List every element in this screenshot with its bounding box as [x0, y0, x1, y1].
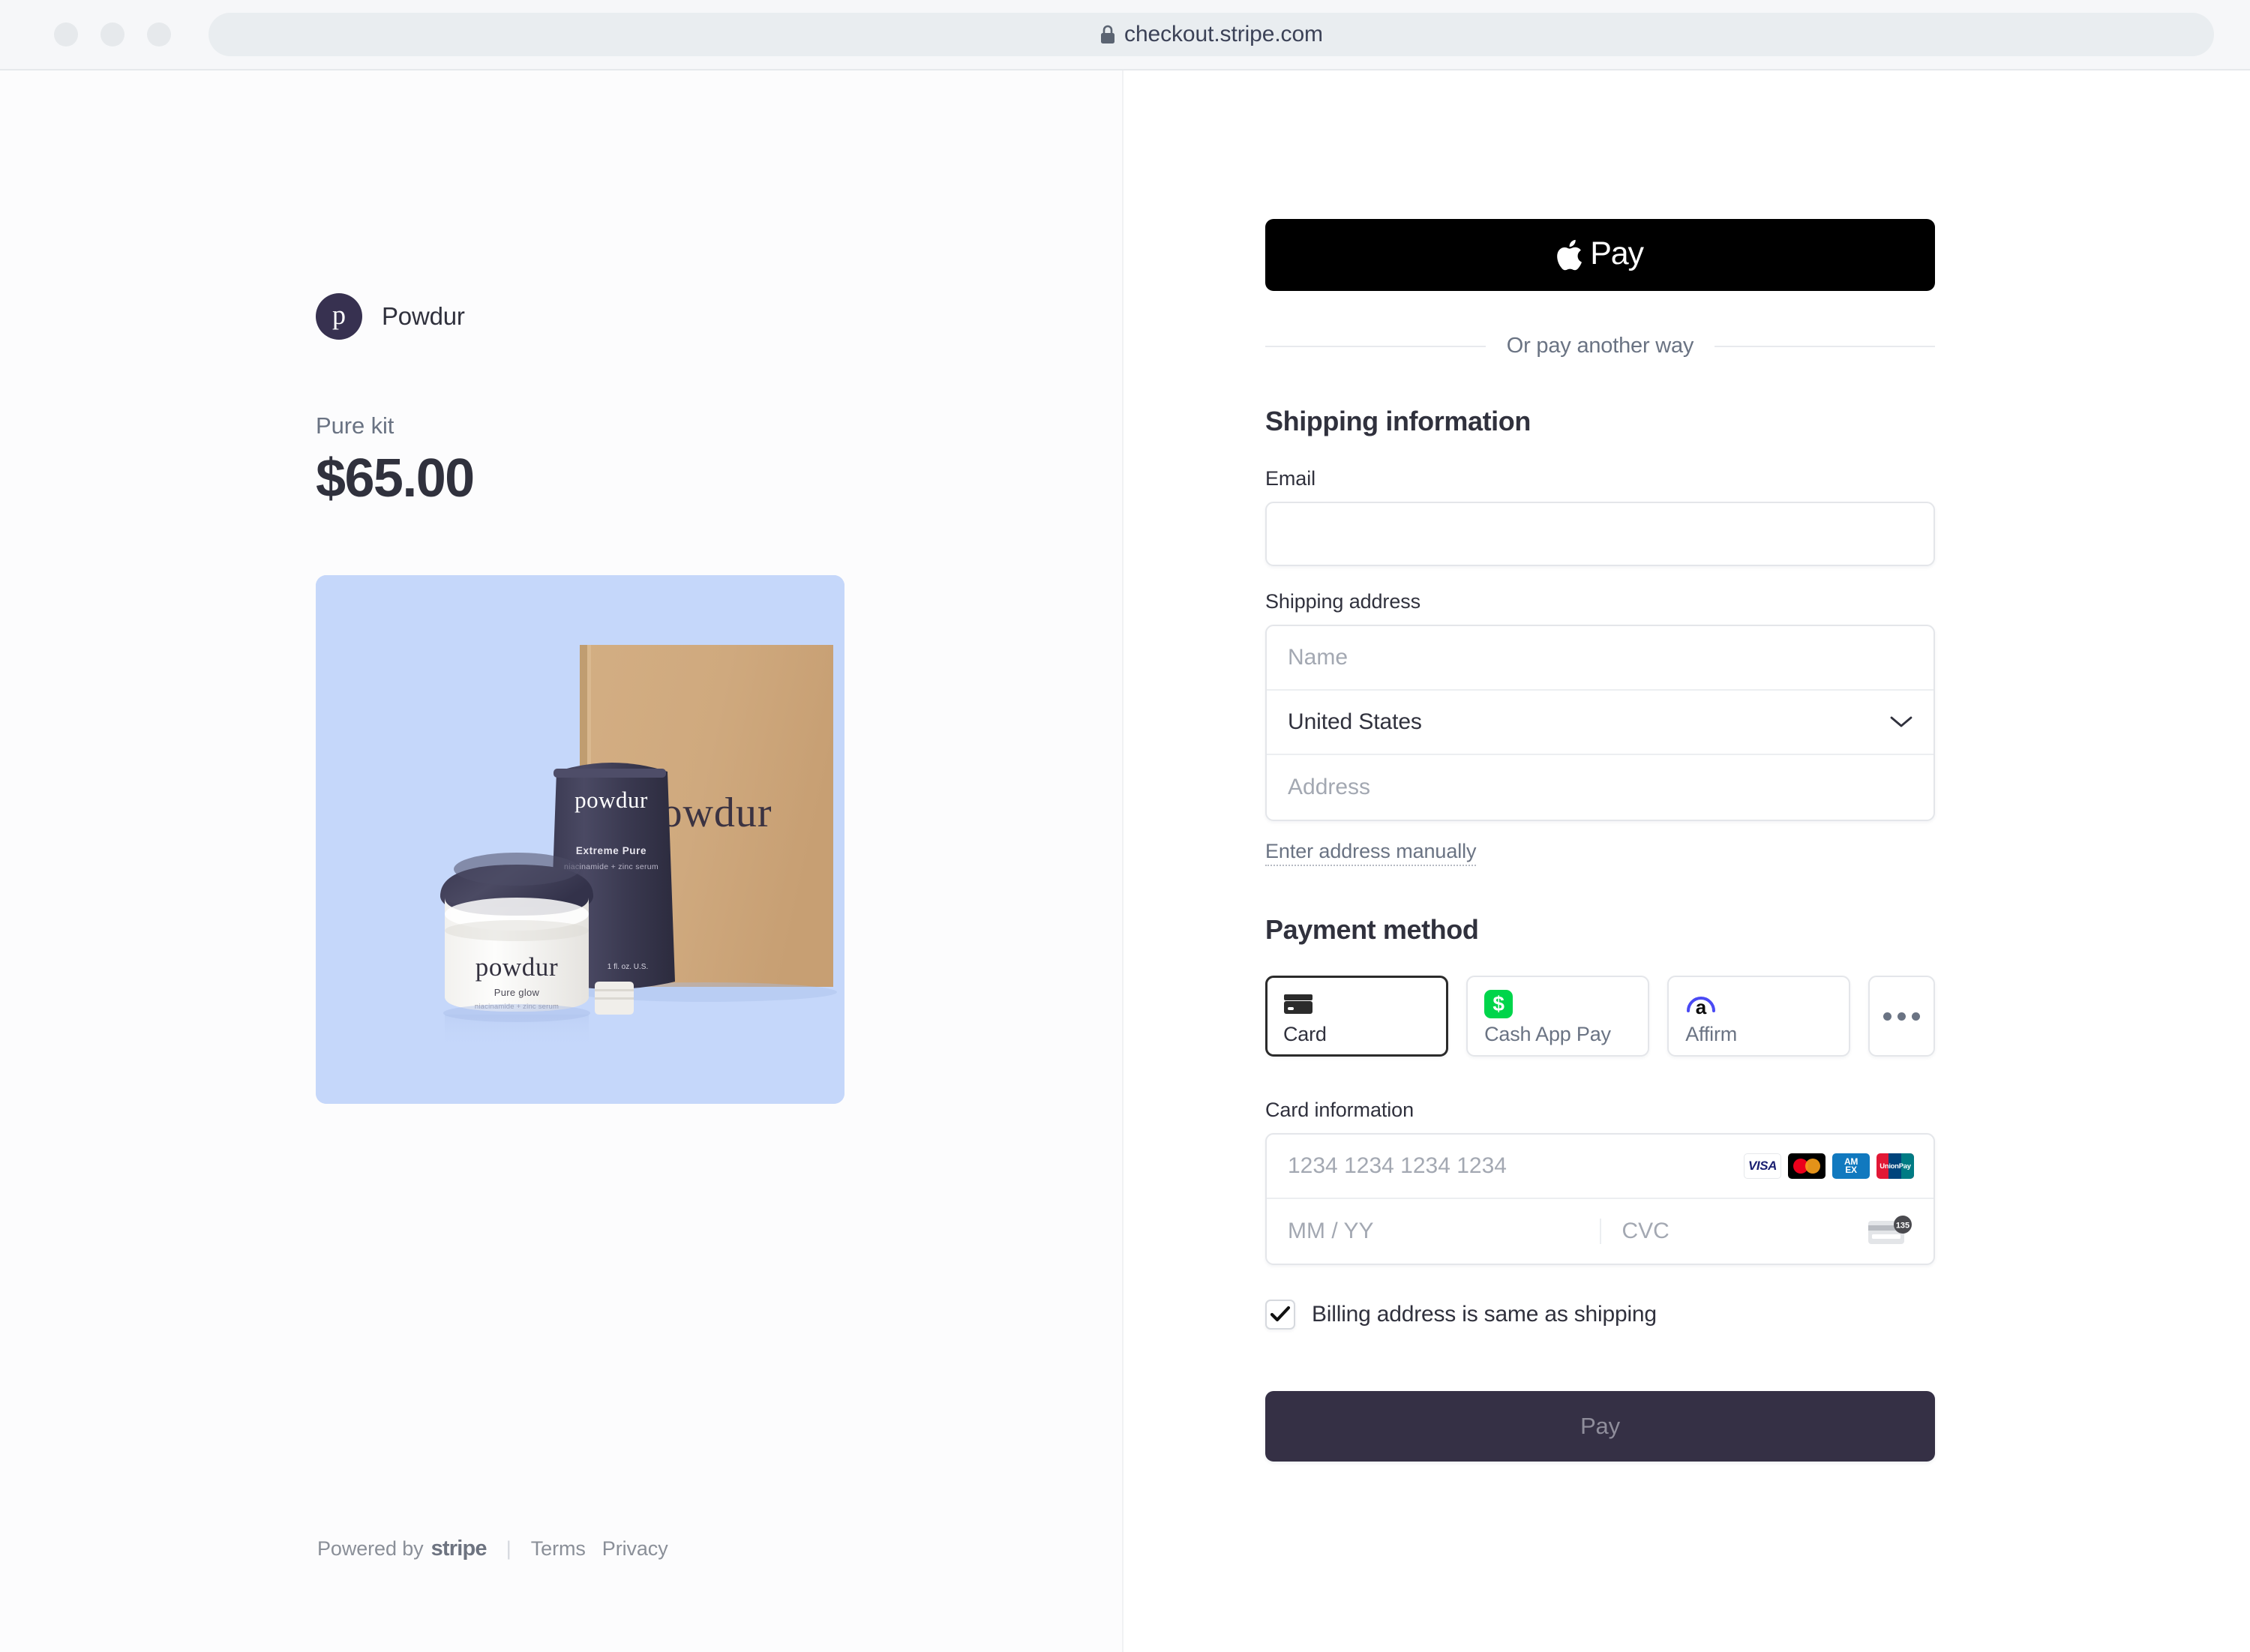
checkmark-icon — [1270, 1306, 1291, 1322]
cashapp-icon: $ — [1484, 990, 1514, 1018]
minimize-window-button[interactable] — [100, 22, 124, 46]
more-payment-methods-button[interactable] — [1868, 976, 1935, 1057]
svg-text:a: a — [1696, 996, 1707, 1018]
shipping-address-label: Shipping address — [1265, 590, 1421, 613]
unionpay-icon: UnionPay — [1876, 1153, 1914, 1179]
or-divider-label: Or pay another way — [1506, 334, 1694, 358]
maximize-window-button[interactable] — [147, 22, 171, 46]
svg-text:1 fl. oz. U.S.: 1 fl. oz. U.S. — [608, 963, 648, 971]
product-photo-illustration: powdur powdur Extreme Pure niacinamide +… — [316, 575, 844, 1104]
payment-option-card-label: Card — [1283, 1023, 1327, 1045]
close-window-button[interactable] — [54, 22, 78, 46]
cvc-cell: 135 — [1600, 1216, 1934, 1244]
mastercard-icon — [1788, 1153, 1826, 1179]
browser-chrome: checkout.stripe.com — [0, 0, 2250, 70]
payment-form-pane: Pay Or pay another way Shipping informat… — [1124, 70, 2250, 1652]
product-name: Pure kit — [316, 412, 394, 439]
merchant-name: Powdur — [382, 302, 465, 330]
payment-method-title: Payment method — [1265, 914, 1479, 945]
chevron-down-icon — [1890, 716, 1912, 727]
credit-card-icon — [1284, 994, 1312, 1014]
shipping-information-title: Shipping information — [1265, 406, 1531, 436]
product-image: powdur powdur Extreme Pure niacinamide +… — [316, 575, 844, 1104]
footer-separator: | — [506, 1537, 512, 1560]
address-input[interactable] — [1267, 755, 1934, 820]
svg-text:powdur: powdur — [574, 787, 648, 813]
amex-icon: AM EX — [1832, 1153, 1870, 1179]
apple-pay-label: Pay — [1590, 235, 1644, 271]
terms-link[interactable]: Terms — [531, 1537, 586, 1561]
shipping-address-group: United States — [1265, 625, 1935, 821]
ellipsis-dot-icon — [1912, 1012, 1921, 1021]
svg-text:Pure glow: Pure glow — [494, 987, 540, 998]
cvc-hint-digits: 135 — [1896, 1222, 1910, 1231]
country-select[interactable]: United States — [1267, 691, 1934, 755]
amex-line-2: EX — [1845, 1165, 1857, 1175]
card-expiry-cvc-row: 135 — [1267, 1199, 1934, 1264]
pay-button[interactable]: Pay — [1265, 1391, 1935, 1462]
billing-same-as-shipping-checkbox[interactable] — [1265, 1300, 1295, 1330]
payment-option-cashapp[interactable]: $ Cash App Pay — [1466, 976, 1650, 1057]
cvc-hint-icon: 135 — [1868, 1216, 1912, 1244]
billing-same-as-shipping-label: Billing address is same as shipping — [1312, 1302, 1657, 1327]
accepted-card-brands: VISA AM EX UnionPay — [1744, 1153, 1914, 1179]
name-input[interactable] — [1267, 626, 1934, 689]
enter-address-manually-link[interactable]: Enter address manually — [1265, 840, 1477, 866]
or-divider: Or pay another way — [1265, 334, 1936, 358]
payment-option-card[interactable]: Card — [1265, 976, 1449, 1057]
svg-text:Extreme Pure: Extreme Pure — [576, 845, 646, 856]
product-price: $65.00 — [316, 448, 475, 508]
billing-same-as-shipping-row[interactable]: Billing address is same as shipping — [1265, 1300, 1935, 1330]
stripe-wordmark: stripe — [430, 1537, 488, 1561]
country-value: United States — [1288, 709, 1422, 734]
address-bar[interactable]: checkout.stripe.com — [208, 13, 2214, 56]
payment-option-cashapp-label: Cash App Pay — [1484, 1023, 1611, 1045]
card-information-label: Card information — [1265, 1099, 1414, 1121]
payment-method-options: Card $ Cash App Pay a Affirm — [1265, 976, 1935, 1057]
name-row — [1267, 626, 1934, 691]
order-summary-pane: p Powdur Pure kit $65.00 powdur powdur E… — [0, 70, 1124, 1652]
expiry-cell — [1267, 1219, 1601, 1244]
url-text: checkout.stripe.com — [1124, 22, 1323, 46]
address-row — [1267, 755, 1934, 820]
email-label: Email — [1265, 467, 1316, 490]
merchant-brand: p Powdur — [316, 293, 856, 340]
card-information-group: VISA AM EX Uni — [1265, 1133, 1935, 1265]
payment-option-affirm-label: Affirm — [1685, 1023, 1738, 1045]
svg-text:powdur: powdur — [476, 952, 559, 982]
ellipsis-dot-icon — [1898, 1012, 1906, 1021]
divider-line-right — [1714, 345, 1936, 347]
stripe-footer: Powered by stripe | Terms Privacy — [317, 1537, 668, 1561]
divider-line-left — [1265, 345, 1486, 347]
privacy-link[interactable]: Privacy — [602, 1537, 668, 1561]
powered-by-label: Powered by — [317, 1537, 424, 1560]
merchant-logo: p — [316, 293, 362, 340]
lock-icon — [1101, 25, 1115, 43]
email-input[interactable] — [1265, 502, 1935, 566]
ellipsis-dot-icon — [1883, 1012, 1892, 1021]
apple-pay-button[interactable]: Pay — [1265, 219, 1935, 291]
visa-icon: VISA — [1744, 1153, 1781, 1179]
window-traffic-lights — [54, 22, 171, 46]
unionpay-label: UnionPay — [1880, 1162, 1911, 1171]
apple-logo-icon — [1557, 239, 1582, 271]
affirm-icon: a — [1687, 996, 1716, 1018]
card-expiry-input[interactable] — [1267, 1219, 1600, 1244]
payment-option-affirm[interactable]: a Affirm — [1667, 976, 1851, 1057]
card-number-row: VISA AM EX Uni — [1267, 1135, 1934, 1199]
checkout-page: p Powdur Pure kit $65.00 powdur powdur E… — [0, 70, 2250, 1652]
